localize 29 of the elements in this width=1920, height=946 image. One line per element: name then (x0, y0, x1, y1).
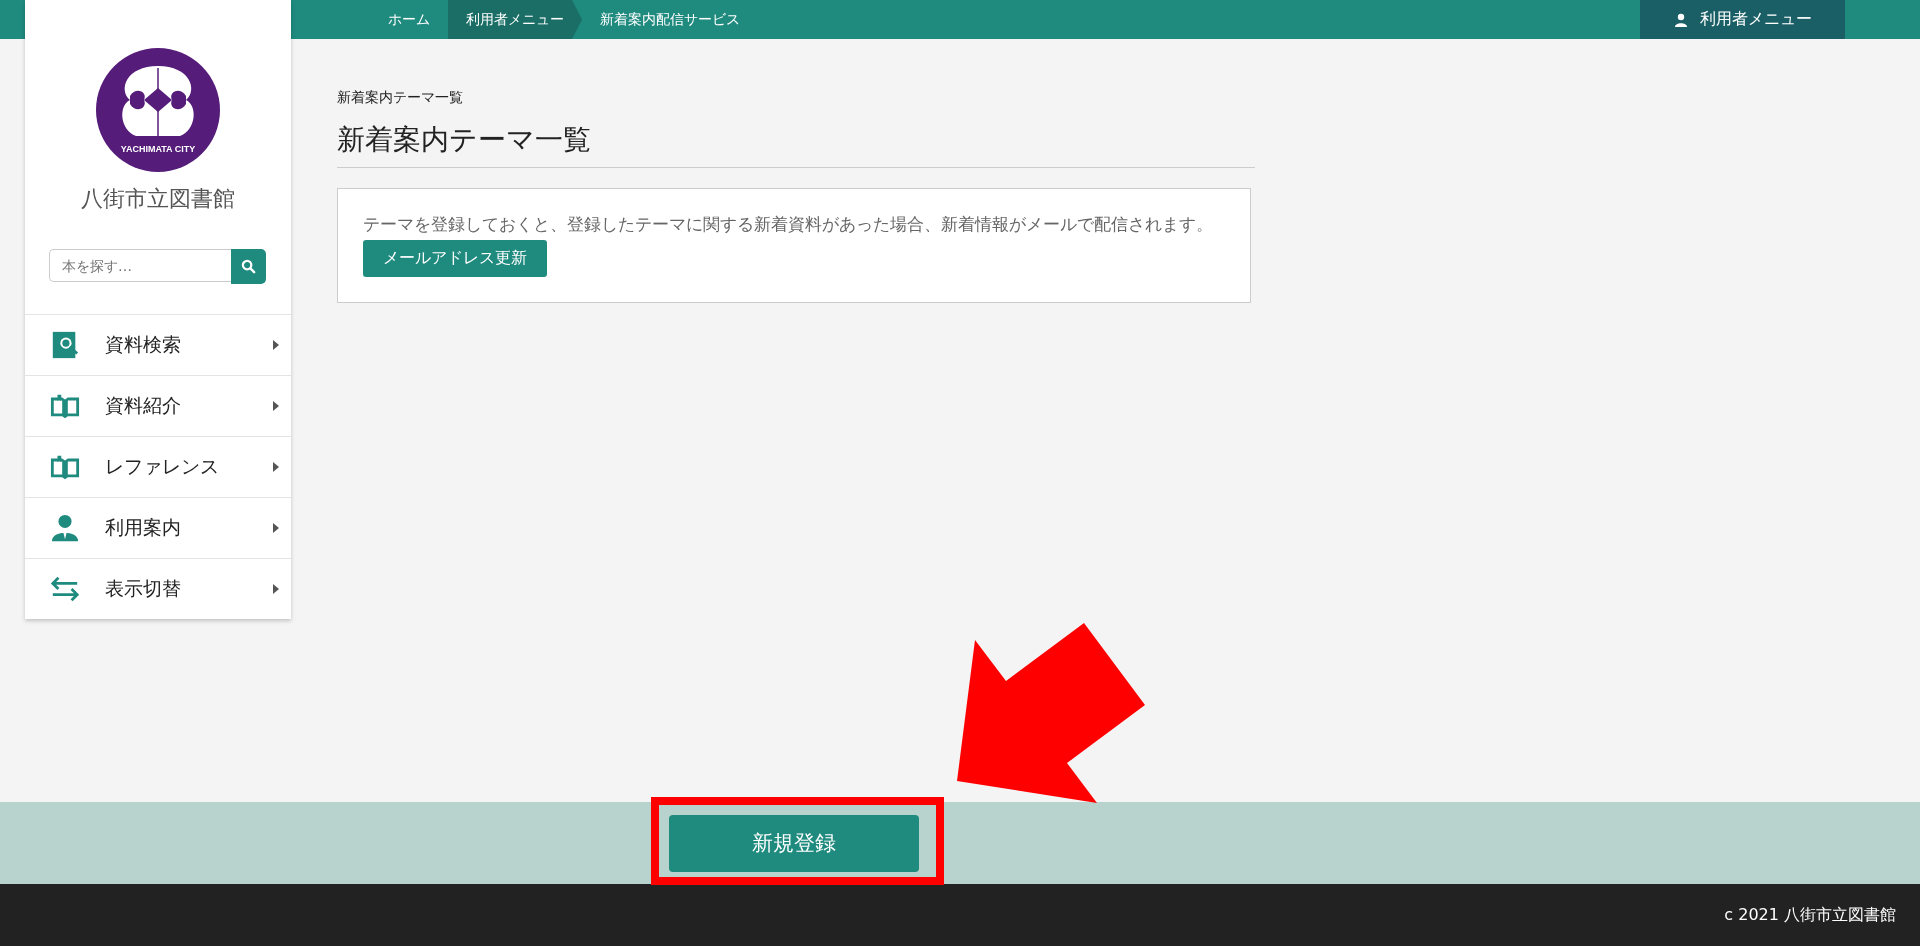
caret-icon (273, 462, 279, 472)
register-button[interactable]: 新規登録 (669, 814, 919, 872)
caret-icon (273, 523, 279, 533)
sidebar-menu-item[interactable]: レファレンス (25, 436, 291, 497)
breadcrumb-link[interactable]: ホーム (370, 0, 448, 39)
notice-text: テーマを登録しておくと、登録したテーマに関する新着資料があった場合、新着情報がメールで配信されます。 (363, 214, 1214, 236)
breadcrumb-link[interactable]: 利用者メニュー (448, 0, 582, 39)
search-icon (241, 259, 256, 274)
city-logo: YACHIMATA CITY (96, 48, 220, 172)
search-button[interactable] (231, 249, 266, 284)
book-magnifier-icon (50, 330, 80, 360)
library-name: 八街市立図書館 (80, 185, 236, 213)
swap-arrows-icon (50, 574, 80, 604)
breadcrumb-link[interactable]: 新着案内配信サービス (582, 0, 758, 39)
sidebar-menu-item[interactable]: 資料検索 (25, 314, 291, 375)
page-title: 新着案内テーマ一覧 (337, 121, 1255, 168)
email-update-button[interactable]: メールアドレス更新 (363, 240, 547, 277)
copyright-text: c 2021 八街市立図書館 (1724, 904, 1896, 926)
caret-icon (273, 340, 279, 350)
user-menu-button[interactable]: 利用者メニュー (1640, 0, 1845, 39)
caret-icon (273, 584, 279, 594)
sidebar-menu-item[interactable]: 利用案内 (25, 497, 291, 558)
sidebar-menu-item[interactable]: 表示切替 (25, 558, 291, 619)
sidebar-menu-item[interactable]: 資料紹介 (25, 375, 291, 436)
caret-icon (273, 401, 279, 411)
search-field[interactable]: 本を探す… (49, 249, 231, 282)
breadcrumb-title: 新着案内テーマ一覧 (337, 89, 464, 107)
person-icon (50, 513, 80, 543)
person-icon (1673, 12, 1688, 27)
